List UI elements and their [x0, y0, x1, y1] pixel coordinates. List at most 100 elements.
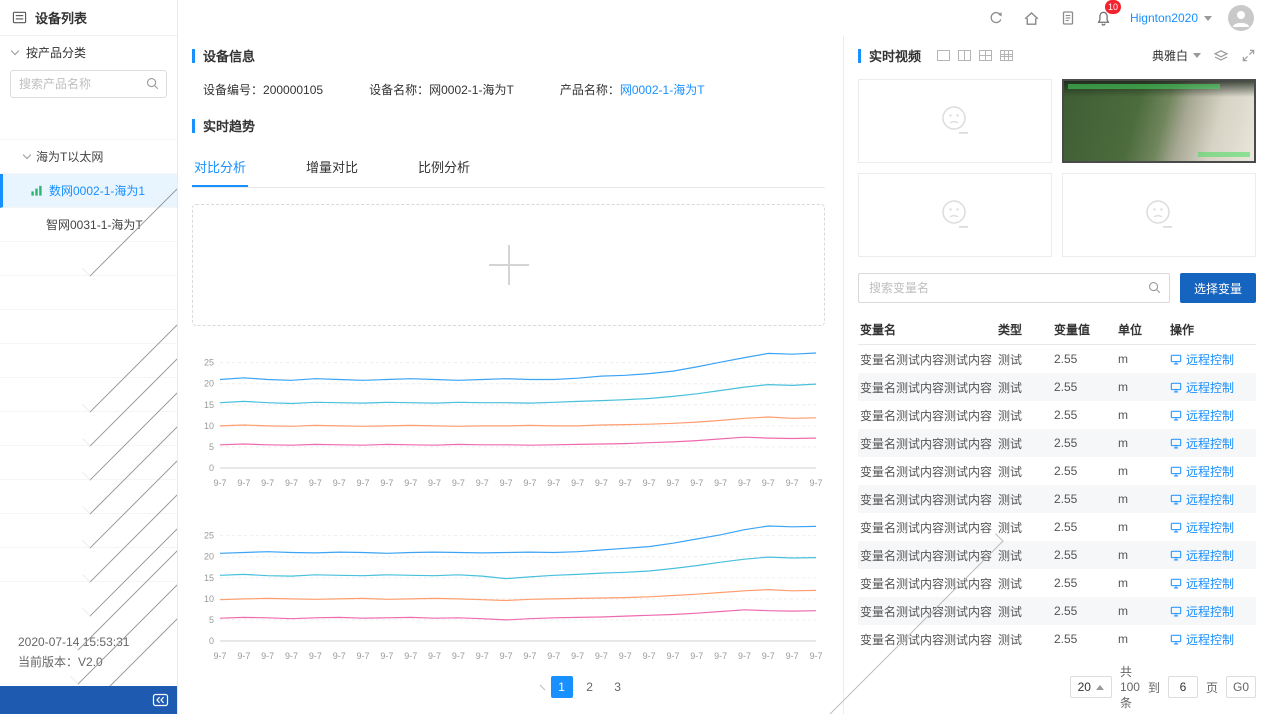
table-row[interactable]: 变量名测试内容测试内容 测试 2.55 m 远程控制 — [858, 541, 1256, 569]
page-button[interactable]: 1 — [551, 676, 573, 698]
variables-table-header: 变量名 类型 变量值 单位 操作 — [858, 315, 1256, 345]
variable-name-cell: 变量名测试内容测试内容 — [860, 575, 998, 592]
layout-4-grid-icon[interactable] — [979, 50, 992, 61]
accent-bar — [192, 119, 195, 133]
svg-text:0: 0 — [209, 636, 214, 646]
layout-9-grid-icon[interactable] — [1000, 50, 1013, 61]
svg-text:10: 10 — [204, 421, 214, 431]
trend-tab[interactable]: 比例分析 — [416, 147, 472, 187]
table-row[interactable]: 变量名测试内容测试内容 测试 2.55 m 远程控制 — [858, 625, 1256, 653]
svg-text:9-7: 9-7 — [595, 651, 608, 661]
product-name-link[interactable]: 网0002-1-海为T — [620, 83, 705, 97]
select-variable-button[interactable]: 选择变量 — [1180, 273, 1256, 303]
remote-control-link[interactable]: 远程控制 — [1170, 463, 1254, 480]
layers-icon[interactable] — [1213, 48, 1229, 64]
remote-control-link[interactable]: 远程控制 — [1170, 603, 1254, 620]
video-cell-empty[interactable] — [1062, 173, 1256, 257]
remote-control-link[interactable]: 远程控制 — [1170, 575, 1254, 592]
svg-text:9-7: 9-7 — [357, 651, 370, 661]
svg-text:9-7: 9-7 — [500, 478, 513, 488]
refresh-button[interactable] — [986, 8, 1006, 28]
layout-2-split-icon[interactable] — [958, 50, 971, 61]
table-row[interactable]: 变量名测试内容测试内容 测试 2.55 m 远程控制 — [858, 513, 1256, 541]
chevron-down-icon — [23, 151, 31, 159]
unit-cell: m — [1118, 520, 1170, 534]
app-root: 设备列表 按产品分类 模拟中冶设备海为T以太网数网0002-1-海为1智网003… — [0, 0, 1268, 714]
remote-control-link[interactable]: 远程控制 — [1170, 407, 1254, 424]
home-button[interactable] — [1022, 8, 1042, 28]
search-icon[interactable] — [1147, 280, 1162, 295]
jump-page-input[interactable] — [1168, 676, 1198, 698]
trend-tab[interactable]: 增量对比 — [304, 147, 360, 187]
remote-control-link[interactable]: 远程控制 — [1170, 547, 1254, 564]
theme-select[interactable]: 典雅白 — [1152, 47, 1201, 64]
remote-control-link[interactable]: 远程控制 — [1170, 631, 1254, 648]
svg-text:9-7: 9-7 — [357, 478, 370, 488]
svg-text:9-7: 9-7 — [500, 651, 513, 661]
svg-text:9-7: 9-7 — [690, 651, 703, 661]
video-cell-empty[interactable] — [858, 173, 1052, 257]
document-button[interactable] — [1058, 8, 1078, 28]
remote-control-icon — [1170, 633, 1182, 646]
layout-single-icon[interactable] — [937, 50, 950, 61]
svg-text:9-7: 9-7 — [452, 478, 465, 488]
video-cell-empty[interactable] — [858, 79, 1052, 163]
notifications-button[interactable]: 10 — [1094, 8, 1114, 28]
remote-control-link[interactable]: 远程控制 — [1170, 435, 1254, 452]
svg-text:20: 20 — [204, 379, 214, 389]
product-search-input[interactable] — [10, 70, 167, 98]
variables-table-body: 变量名测试内容测试内容 测试 2.55 m 远程控制 变量名测试内容测试内容 测… — [858, 345, 1256, 653]
variable-name-cell: 变量名测试内容测试内容 — [860, 519, 998, 536]
unit-cell: m — [1118, 576, 1170, 590]
avatar[interactable] — [1228, 5, 1254, 31]
accent-bar — [192, 49, 195, 63]
svg-text:9-7: 9-7 — [571, 651, 584, 661]
remote-control-link[interactable]: 远程控制 — [1170, 379, 1254, 396]
svg-text:9-7: 9-7 — [762, 478, 775, 488]
video-header-right: 典雅白 — [1152, 47, 1256, 64]
user-menu[interactable]: Hignton2020 — [1130, 11, 1212, 25]
value-cell: 2.55 — [1054, 352, 1118, 366]
table-row[interactable]: 变量名测试内容测试内容 测试 2.55 m 远程控制 — [858, 373, 1256, 401]
tree-item[interactable]: 模拟中冶设备 — [0, 106, 177, 140]
page-size-select[interactable]: 20 — [1070, 676, 1112, 698]
variable-name-cell: 变量名测试内容测试内容 — [860, 463, 998, 480]
add-chart-placeholder[interactable] — [192, 204, 825, 326]
value-cell: 2.55 — [1054, 464, 1118, 478]
table-row[interactable]: 变量名测试内容测试内容 测试 2.55 m 远程控制 — [858, 345, 1256, 373]
video-header: 实时视频 典雅白 — [858, 46, 1256, 65]
fullscreen-icon[interactable] — [1241, 48, 1256, 63]
remote-control-link[interactable]: 远程控制 — [1170, 519, 1254, 536]
remote-control-label: 远程控制 — [1186, 435, 1234, 452]
no-video-icon — [935, 195, 975, 235]
go-button[interactable]: G0 — [1226, 676, 1256, 698]
collapse-sidebar-icon[interactable] — [152, 692, 169, 708]
video-cell-live[interactable] — [1062, 79, 1256, 163]
remote-control-label: 远程控制 — [1186, 547, 1234, 564]
trend-tabs: 对比分析 增量对比 比例分析 — [192, 147, 825, 188]
table-row[interactable]: 变量名测试内容测试内容 测试 2.55 m 远程控制 — [858, 401, 1256, 429]
table-row[interactable]: 变量名测试内容测试内容 测试 2.55 m 远程控制 — [858, 429, 1256, 457]
category-product-label: 按产品分类 — [26, 44, 86, 61]
page-button[interactable]: 3 — [607, 676, 629, 698]
variable-search-row: 选择变量 — [858, 273, 1256, 303]
search-icon[interactable] — [145, 76, 160, 91]
page-button[interactable]: 2 — [579, 676, 601, 698]
device-name: 设备名称：网0002-1-海为T — [369, 81, 514, 98]
jump-label: 到 — [1148, 679, 1160, 696]
category-product[interactable]: 按产品分类 — [0, 36, 177, 68]
trend-tab[interactable]: 对比分析 — [192, 147, 248, 187]
remote-control-icon — [1170, 549, 1182, 562]
variable-search-input[interactable] — [858, 273, 1170, 303]
table-row[interactable]: 变量名测试内容测试内容 测试 2.55 m 远程控制 — [858, 569, 1256, 597]
remote-control-link[interactable]: 远程控制 — [1170, 351, 1254, 368]
svg-text:9-7: 9-7 — [690, 478, 703, 488]
tree-item[interactable]: 标准Modbus以太网 — [0, 276, 177, 310]
device-no-label: 设备编号： — [203, 83, 263, 97]
remote-control-link[interactable]: 远程控制 — [1170, 491, 1254, 508]
tree-item[interactable]: 海为T以太网 — [0, 140, 177, 174]
table-row[interactable]: 变量名测试内容测试内容 测试 2.55 m 远程控制 — [858, 457, 1256, 485]
table-row[interactable]: 变量名测试内容测试内容 测试 2.55 m 远程控制 — [858, 485, 1256, 513]
svg-text:9-7: 9-7 — [738, 651, 751, 661]
value-cell: 2.55 — [1054, 492, 1118, 506]
